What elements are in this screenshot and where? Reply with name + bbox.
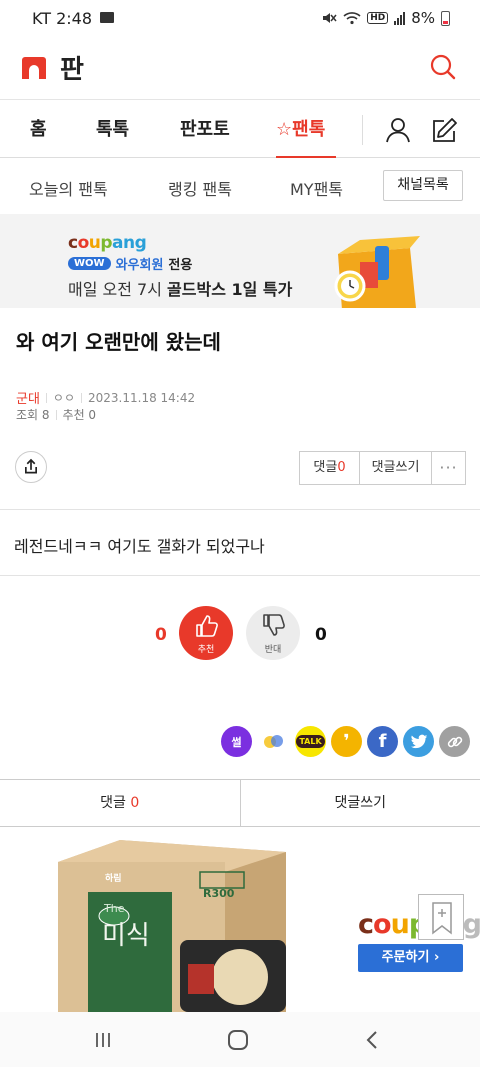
recommend-count: 추천 0	[62, 408, 97, 422]
bookmark-add-icon	[432, 902, 452, 935]
carrier-time: KT 2:48	[32, 8, 93, 28]
gold-box-image	[334, 236, 420, 308]
twitter-share-icon[interactable]	[403, 726, 434, 757]
tab-divider	[362, 115, 363, 145]
ssul-share-icon[interactable]: 썰	[221, 726, 252, 757]
battery-icon	[441, 10, 450, 26]
subtab-today[interactable]: 오늘의 팬톡	[29, 176, 108, 200]
coupang-logo: coupang	[68, 233, 147, 253]
thumbs-down-icon	[263, 614, 285, 636]
downvote-button[interactable]: 반대	[246, 606, 300, 660]
write-comment-button[interactable]: 댓글쓰기	[360, 452, 432, 484]
order-button[interactable]: 주문하기 ›	[358, 944, 463, 972]
bookmark-button[interactable]	[418, 894, 464, 940]
page-title[interactable]: 판	[60, 49, 84, 86]
more-icon[interactable]: ···	[432, 452, 465, 484]
back-icon[interactable]	[361, 1028, 385, 1052]
post-meta: 군대 ㅇㅇ 2023.11.18 14:42	[16, 388, 196, 408]
wow-row: WOW 와우회원 전용	[68, 254, 192, 273]
comment-tab[interactable]: 댓글 0	[0, 780, 241, 826]
downvote-count: 0	[315, 625, 327, 645]
write-comment-tab[interactable]: 댓글쓰기	[241, 780, 480, 826]
sub-tabs: 오늘의 팬톡 랭킹 팬톡 MY팬톡 채널목록	[0, 158, 480, 214]
tab-home[interactable]: 홈	[30, 101, 47, 158]
tab-panphoto[interactable]: 판포토	[180, 101, 230, 158]
wow-badge: WOW	[68, 257, 111, 270]
system-nav-bar	[0, 1012, 480, 1067]
write-icon[interactable]	[430, 115, 460, 145]
share-icon[interactable]	[15, 451, 47, 483]
band-share-icon[interactable]	[258, 726, 289, 757]
search-icon[interactable]	[428, 52, 458, 82]
post-body: 레전드네ㅋㅋ 여기도 갤화가 되었구나	[14, 537, 265, 556]
coupang-product-ad[interactable]: 하림 The 미식 R300 coupang 주문하기 ›	[0, 827, 480, 1012]
folder-icon	[100, 11, 115, 23]
post-stats: 조회 8 추천 0	[16, 406, 96, 423]
battery-percent: 8%	[411, 9, 435, 27]
coupang-banner-ad[interactable]: coupang WOW 와우회원 전용 매일 오전 7시 골드박스 1일 특가	[0, 214, 480, 308]
upvote-label: 추천	[197, 645, 215, 655]
subtab-my[interactable]: MY팬톡	[290, 176, 343, 200]
kakaostory-share-icon[interactable]: ❜	[331, 726, 362, 757]
tab-toktok[interactable]: 톡톡	[96, 101, 129, 158]
post-author: ㅇㅇ	[52, 391, 76, 405]
app-header: 판	[0, 36, 480, 100]
user-icon[interactable]	[383, 115, 413, 145]
view-count: 조회 8	[16, 408, 50, 422]
home-nav-icon[interactable]	[226, 1028, 250, 1052]
wow-only-text: 전용	[168, 258, 193, 273]
comment-bar: 댓글 0 댓글쓰기	[0, 779, 480, 827]
post-category[interactable]: 군대	[16, 388, 40, 407]
recent-apps-icon[interactable]	[91, 1028, 115, 1052]
divider	[0, 509, 480, 510]
product-box-image	[58, 840, 286, 1012]
nate-logo-icon[interactable]	[22, 56, 46, 79]
status-bar: KT 2:48 HD 8%	[0, 0, 480, 36]
product-name: 미식	[102, 921, 150, 951]
upvote-button[interactable]: 추천	[179, 606, 233, 660]
main-tabs: 홈 톡톡 판포토 ☆팬톡	[0, 101, 480, 158]
upvote-count: 0	[155, 625, 167, 645]
wifi-icon	[343, 12, 361, 25]
tab-fantalk[interactable]: ☆팬톡	[276, 101, 336, 158]
product-line: The	[104, 902, 125, 915]
comment-count-button[interactable]: 댓글0	[300, 452, 360, 484]
mute-icon	[323, 13, 337, 23]
product-brand: 하림	[105, 874, 122, 884]
hd-icon: HD	[367, 12, 389, 24]
signal-icon	[394, 11, 406, 25]
divider	[0, 575, 480, 576]
wow-member-text: 와우회원	[115, 258, 164, 273]
link-copy-icon[interactable]	[439, 726, 470, 757]
post-actions: 댓글0 댓글쓰기 ···	[299, 451, 466, 485]
kakaotalk-share-icon[interactable]: TALK	[295, 726, 326, 757]
channel-list-button[interactable]: 채널목록	[383, 170, 463, 201]
facebook-share-icon[interactable]: f	[367, 726, 398, 757]
banner-headline: 매일 오전 7시 골드박스 1일 특가	[68, 280, 293, 299]
thumbs-up-icon	[196, 615, 218, 637]
subtab-ranking[interactable]: 랭킹 팬톡	[168, 176, 232, 200]
product-code: R300	[203, 887, 235, 900]
post-title: 와 여기 오랜만에 왔는데	[16, 330, 221, 354]
post-datetime: 2023.11.18 14:42	[88, 390, 196, 405]
downvote-label: 반대	[264, 645, 282, 655]
